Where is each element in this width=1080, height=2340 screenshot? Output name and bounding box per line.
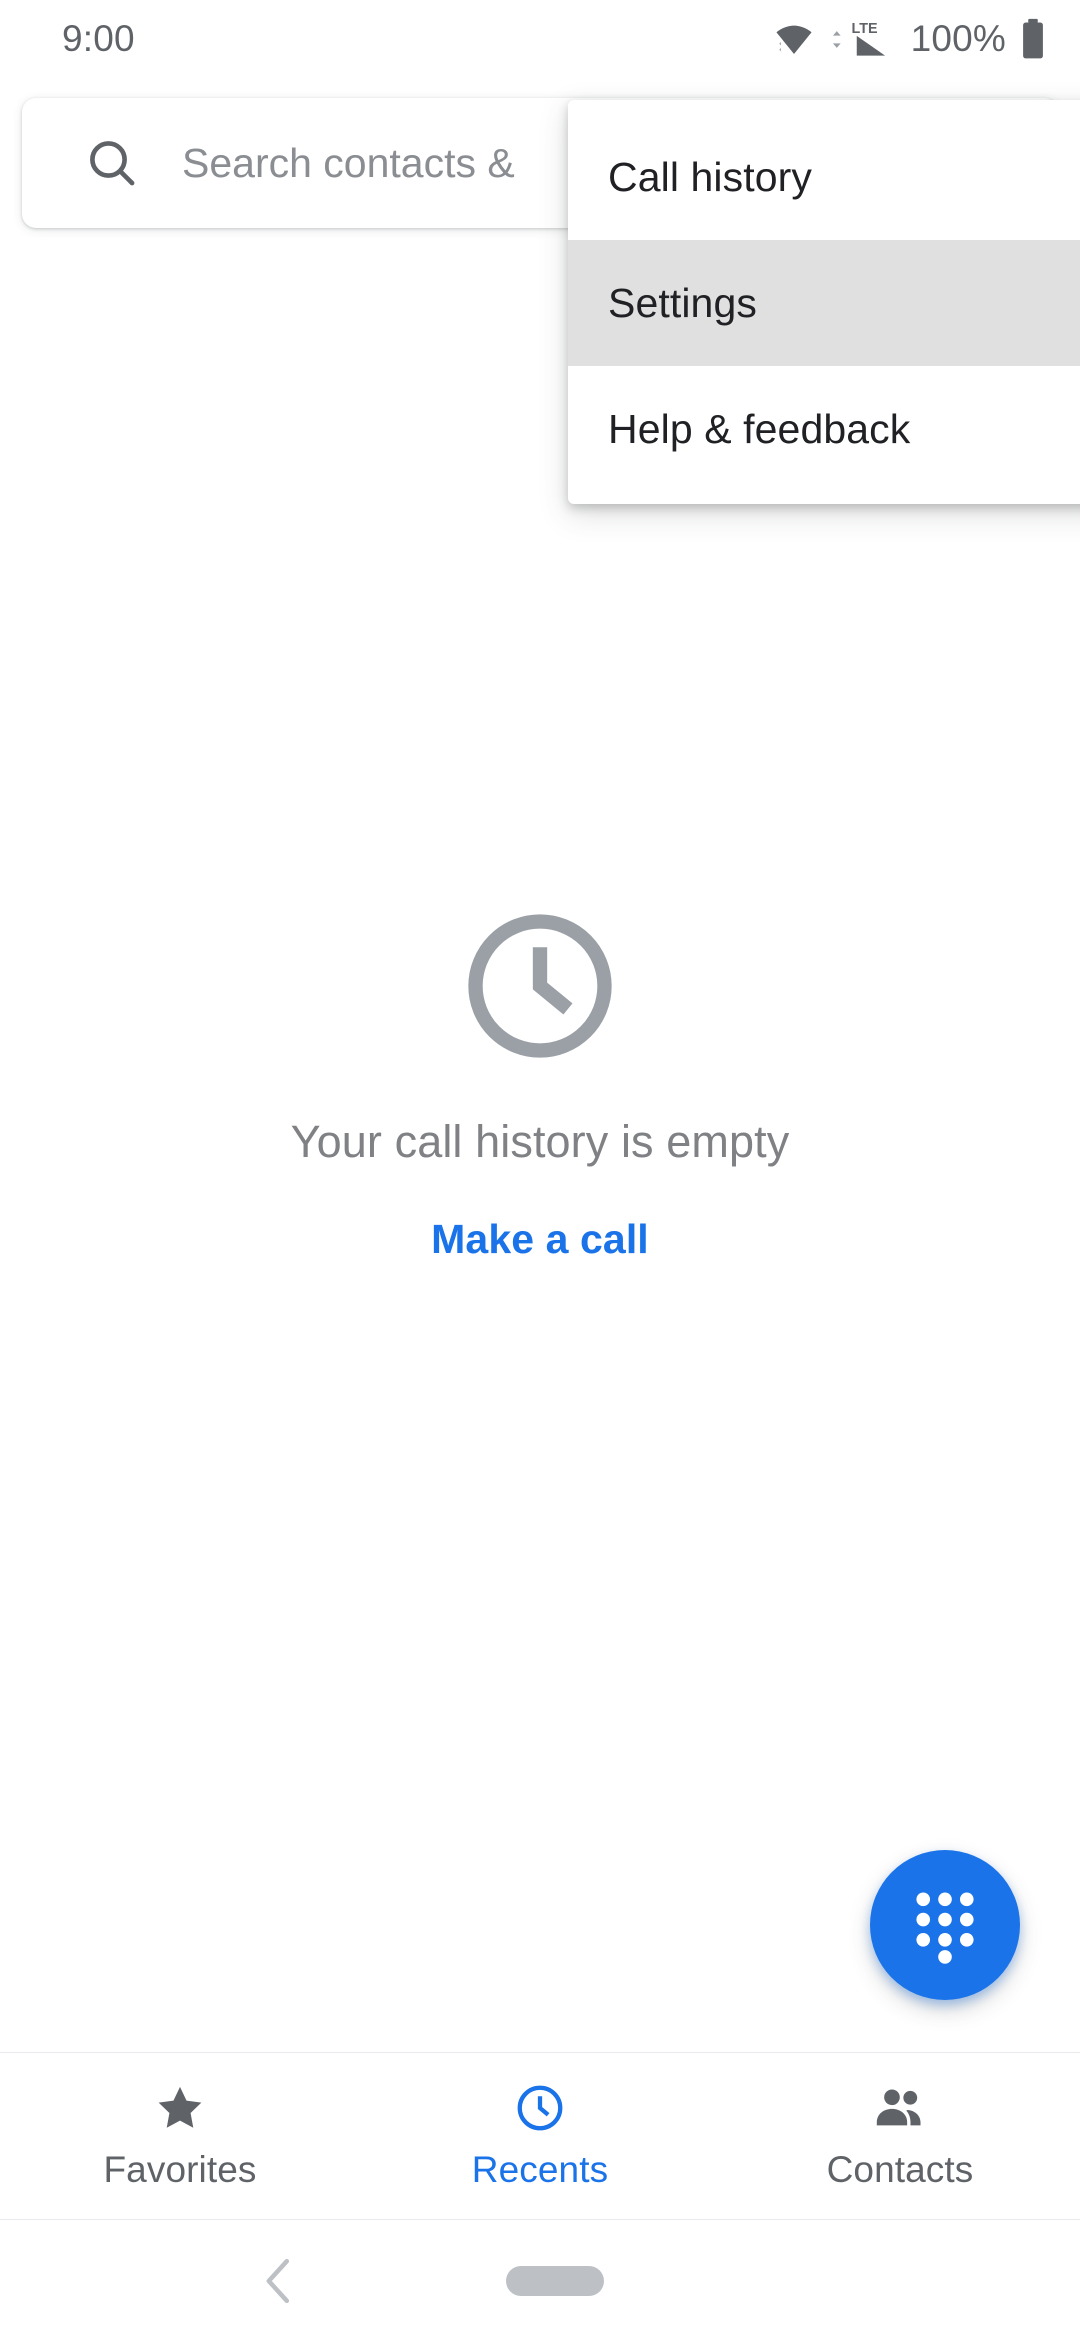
overflow-menu: Call history Settings Help & feedback — [568, 100, 1080, 504]
home-pill-icon[interactable] — [506, 2266, 604, 2296]
lte-signal-icon: LTE — [832, 21, 885, 56]
phone-screen: 9:00 LTE 100% Search contacts & Call his… — [0, 0, 1080, 2340]
make-a-call-link[interactable]: Make a call — [431, 1216, 649, 1263]
menu-item-label: Call history — [608, 153, 812, 200]
people-icon — [876, 2089, 921, 2126]
clock-icon — [468, 914, 612, 1058]
tab-favorites[interactable]: Favorites — [0, 2053, 360, 2219]
dialpad-icon — [916, 1892, 974, 1964]
status-bar-indicators: LTE 100% — [771, 17, 1046, 61]
tab-label: Recents — [471, 2149, 609, 2190]
search-input-placeholder[interactable]: Search contacts & — [182, 140, 515, 187]
clock-icon — [517, 2085, 563, 2131]
svg-text:LTE: LTE — [851, 21, 877, 37]
menu-item-label: Settings — [608, 279, 757, 326]
menu-item-call-history[interactable]: Call history — [568, 114, 1080, 240]
status-bar-clock: 9:00 — [62, 18, 135, 59]
battery-icon — [1023, 18, 1043, 59]
star-icon — [158, 2086, 202, 2128]
menu-item-label: Help & feedback — [608, 405, 911, 452]
search-icon[interactable] — [84, 135, 140, 191]
tab-contacts[interactable]: Contacts — [720, 2053, 1080, 2219]
status-bar: 9:00 LTE 100% — [0, 0, 1080, 78]
menu-item-settings[interactable]: Settings — [568, 240, 1080, 366]
system-navigation-bar — [0, 2221, 1080, 2340]
empty-state-title: Your call history is empty — [290, 1116, 790, 1167]
empty-state: Your call history is empty Make a call — [0, 900, 1080, 1263]
dialpad-fab-button[interactable] — [870, 1850, 1020, 2000]
back-chevron-icon[interactable] — [258, 2257, 300, 2305]
wifi-icon — [776, 25, 812, 54]
tab-label: Contacts — [826, 2149, 974, 2190]
tab-recents[interactable]: Recents — [360, 2053, 720, 2219]
tab-label: Favorites — [103, 2149, 257, 2190]
battery-percent-label: 100% — [910, 18, 1006, 59]
bottom-navigation-bar: Favorites Recents Contacts — [0, 2052, 1080, 2220]
menu-item-help-and-feedback[interactable]: Help & feedback — [568, 366, 1080, 492]
